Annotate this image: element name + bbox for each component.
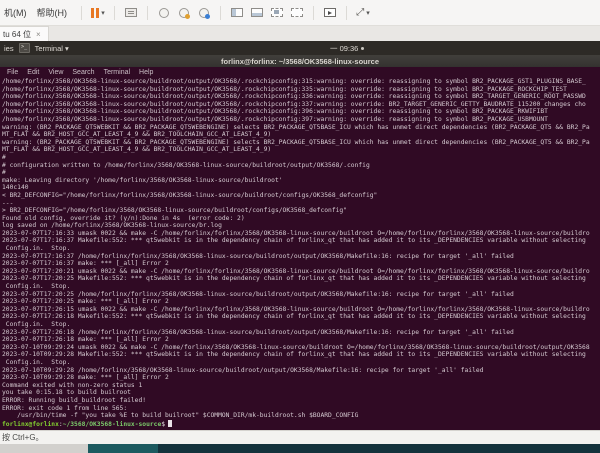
terminal-window-title: forlinx@forlinx: ~/3568/OK3568-linux-sou… <box>221 57 379 66</box>
vmware-status-bar: 按 Ctrl+G。 <box>0 430 600 444</box>
prompt-path: ~/3568/OK3568-linux-source <box>63 421 162 428</box>
taskbar-segment-light <box>0 444 88 453</box>
vmware-toolbar: 机(M) 帮助(H) ▾ ⤢ ▾ <box>0 0 600 26</box>
terminal-cursor <box>168 420 172 427</box>
toolbar-separator <box>147 6 148 20</box>
terminal-menu-item[interactable]: Edit <box>27 69 39 76</box>
unity-icon <box>271 8 283 17</box>
terminal-app-icon: >_ <box>19 43 30 53</box>
chevron-down-icon[interactable]: ▾ <box>101 9 105 17</box>
revert-snapshot-icon <box>179 8 189 18</box>
snapshot-icon <box>159 8 169 18</box>
app-menu-button[interactable]: Terminal ▾ <box>35 44 69 53</box>
notification-dot-icon <box>361 47 364 50</box>
vmware-menubar: 机(M) 帮助(H) <box>4 6 67 19</box>
terminal-menu-item[interactable]: Search <box>72 69 94 76</box>
show-console-pane-button[interactable] <box>249 4 265 22</box>
chevron-down-icon[interactable]: ▾ <box>366 9 370 17</box>
vmware-tab-strip: tu 64 位 × <box>0 26 600 41</box>
terminal-menu-item[interactable]: Help <box>139 69 153 76</box>
console-play-icon <box>324 8 336 17</box>
clock-label: 一 09:36 <box>330 43 358 54</box>
host-taskbar-strip <box>0 444 600 453</box>
manage-snapshots-button[interactable] <box>196 4 212 22</box>
manage-snapshots-icon <box>199 8 209 18</box>
shell-prompt: forlinx@forlinx:~/3568/OK3568-linux-sour… <box>2 420 600 429</box>
revert-snapshot-button[interactable] <box>176 4 192 22</box>
keyboard-icon <box>125 8 137 17</box>
show-library-button[interactable] <box>229 4 245 22</box>
prompt-dollar: $ <box>161 421 165 428</box>
fullscreen-button[interactable]: ⤢ ▾ <box>355 4 371 22</box>
prompt-user-host: forlinx@forlinx <box>2 421 59 428</box>
terminal-titlebar[interactable]: forlinx@forlinx: ~/3568/OK3568-linux-sou… <box>0 55 600 67</box>
pause-icon <box>91 8 99 18</box>
toolbar-separator <box>81 6 82 20</box>
taskbar-segment-dark <box>158 444 600 453</box>
free-stretch-button[interactable] <box>289 4 305 22</box>
console-view-button[interactable] <box>322 4 338 22</box>
terminal-menu-item[interactable]: Terminal <box>104 69 130 76</box>
pause-vm-button[interactable]: ▾ <box>90 4 106 22</box>
status-hint-label: 按 Ctrl+G。 <box>2 432 44 443</box>
bottom-pane-icon <box>251 8 263 17</box>
stretch-icon <box>291 8 303 17</box>
vm-tab-label: tu 64 位 <box>3 29 31 40</box>
vmware-menu-item[interactable]: 机(M) <box>4 6 27 19</box>
toolbar-separator <box>313 6 314 20</box>
close-icon[interactable]: × <box>36 30 41 39</box>
gnome-top-bar: ies >_ Terminal ▾ 一 09:36 <box>0 41 600 55</box>
send-ctrl-alt-del-button[interactable] <box>123 4 139 22</box>
fullscreen-icon: ⤢ <box>356 8 364 18</box>
clock-button[interactable]: 一 09:36 <box>330 41 364 55</box>
toolbar-separator <box>114 6 115 20</box>
vm-tab-ubuntu[interactable]: tu 64 位 × <box>0 26 49 41</box>
terminal-output[interactable]: /home/forlinx/3568/OK3568-linux-source/b… <box>0 78 600 430</box>
sidebar-pane-icon <box>231 8 243 17</box>
terminal-menu-item[interactable]: View <box>48 69 63 76</box>
terminal-menubar: File Edit View Search Terminal Help <box>0 67 600 78</box>
vmware-menu-item[interactable]: 帮助(H) <box>37 6 68 19</box>
toolbar-separator <box>220 6 221 20</box>
unity-mode-button[interactable] <box>269 4 285 22</box>
activities-button[interactable]: ies <box>4 44 14 53</box>
toolbar-separator <box>346 6 347 20</box>
take-snapshot-button[interactable] <box>156 4 172 22</box>
taskbar-segment-teal <box>88 444 158 453</box>
terminal-menu-item[interactable]: File <box>7 69 18 76</box>
